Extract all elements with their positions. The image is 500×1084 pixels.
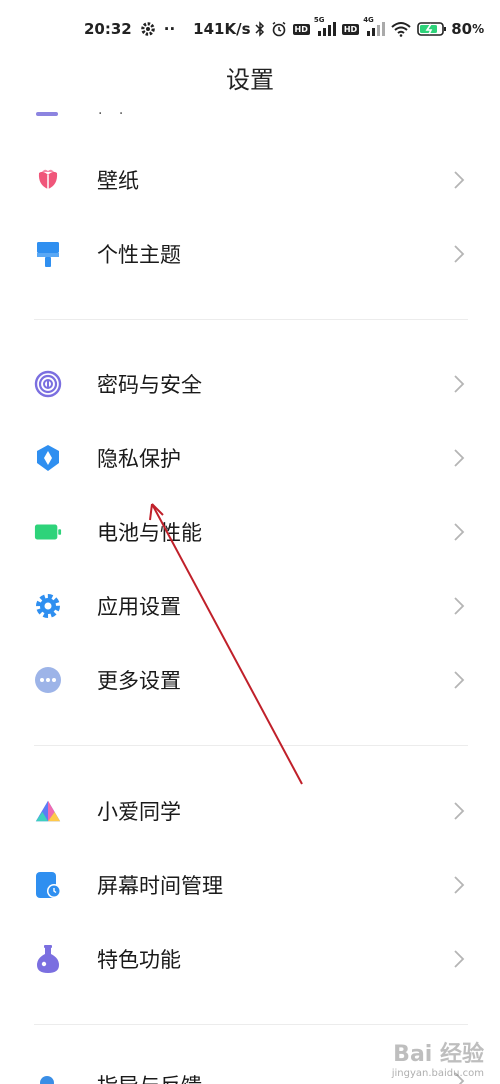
clipped-icon	[36, 112, 58, 116]
settings-item-password-security[interactable]: 密码与安全	[0, 347, 500, 421]
hd-badge: HD	[292, 23, 310, 35]
watermark: Bai 经验 jingyan.baidu.com	[392, 1042, 484, 1080]
chevron-right-icon	[452, 948, 466, 970]
chevron-right-icon	[452, 521, 466, 543]
clipped-label: · · ·	[98, 112, 130, 122]
settings-item-battery[interactable]: 电池与性能	[0, 495, 500, 569]
net-speed: 141K/s	[193, 20, 251, 38]
chevron-right-icon	[452, 800, 466, 822]
guide-icon	[40, 1076, 54, 1084]
theme-brush-icon	[34, 240, 62, 268]
chevron-right-icon	[452, 874, 466, 896]
settings-item-label: 隐私保护	[97, 447, 181, 471]
settings-item-label: 特色功能	[97, 948, 181, 972]
page-title: 设置	[226, 66, 274, 94]
signal-4g-icon: 4G	[363, 16, 386, 36]
more-dots-icon	[34, 666, 62, 694]
chevron-right-icon	[452, 447, 466, 469]
settings-item-label: 指导与反馈	[97, 1070, 202, 1084]
settings-item-label: 壁纸	[97, 169, 139, 193]
settings-item-special-features[interactable]: 特色功能	[0, 922, 500, 996]
chevron-right-icon	[452, 595, 466, 617]
bluetooth-icon	[254, 21, 265, 37]
privacy-shield-icon	[34, 444, 62, 472]
screen-time-icon	[34, 871, 62, 899]
settings-item-label: 小爱同学	[97, 800, 181, 824]
xiaoai-icon	[34, 797, 62, 825]
settings-item-wallpaper[interactable]: 壁纸	[0, 143, 500, 217]
chevron-right-icon	[452, 169, 466, 191]
wallpaper-icon	[34, 166, 62, 194]
settings-item-more-settings[interactable]: 更多设置	[0, 643, 500, 717]
gear-icon	[140, 21, 156, 37]
settings-item-screen-time[interactable]: 屏幕时间管理	[0, 848, 500, 922]
fingerprint-icon	[34, 370, 62, 398]
alarm-icon	[271, 21, 287, 37]
settings-item-label: 更多设置	[97, 669, 181, 693]
status-bar: 20:32 ·· 141K/s HD 5G HD 4G 80%	[84, 14, 484, 44]
settings-item-privacy[interactable]: 隐私保护	[0, 421, 500, 495]
settings-item-theme[interactable]: 个性主题	[0, 217, 500, 291]
settings-item-xiaoai[interactable]: 小爱同学	[0, 774, 500, 848]
battery-status-icon	[417, 21, 447, 37]
gear-icon	[34, 592, 62, 620]
section-divider	[34, 1024, 468, 1025]
chevron-right-icon	[452, 243, 466, 265]
chevron-right-icon	[452, 669, 466, 691]
battery-icon	[34, 518, 62, 546]
status-time: 20:32	[84, 20, 132, 38]
clipped-list-item: · · ·	[36, 112, 146, 122]
hd-badge-2: HD	[341, 23, 360, 35]
signal-5g-icon: 5G	[314, 16, 336, 36]
section-divider	[34, 745, 468, 746]
settings-item-label: 电池与性能	[97, 521, 202, 545]
watermark-url: jingyan.baidu.com	[391, 1068, 484, 1079]
settings-item-label: 个性主题	[97, 243, 181, 267]
settings-item-app-settings[interactable]: 应用设置	[0, 569, 500, 643]
flask-icon	[34, 945, 62, 973]
settings-item-label: 密码与安全	[97, 373, 202, 397]
settings-item-label: 应用设置	[97, 595, 181, 619]
battery-percent: 80%	[451, 20, 485, 38]
status-dots: ··	[163, 20, 176, 38]
wifi-icon	[391, 21, 411, 37]
section-divider	[34, 319, 468, 320]
watermark-brand: Bai 经验	[393, 1041, 484, 1067]
chevron-right-icon	[452, 373, 466, 395]
settings-item-label: 屏幕时间管理	[97, 874, 223, 898]
